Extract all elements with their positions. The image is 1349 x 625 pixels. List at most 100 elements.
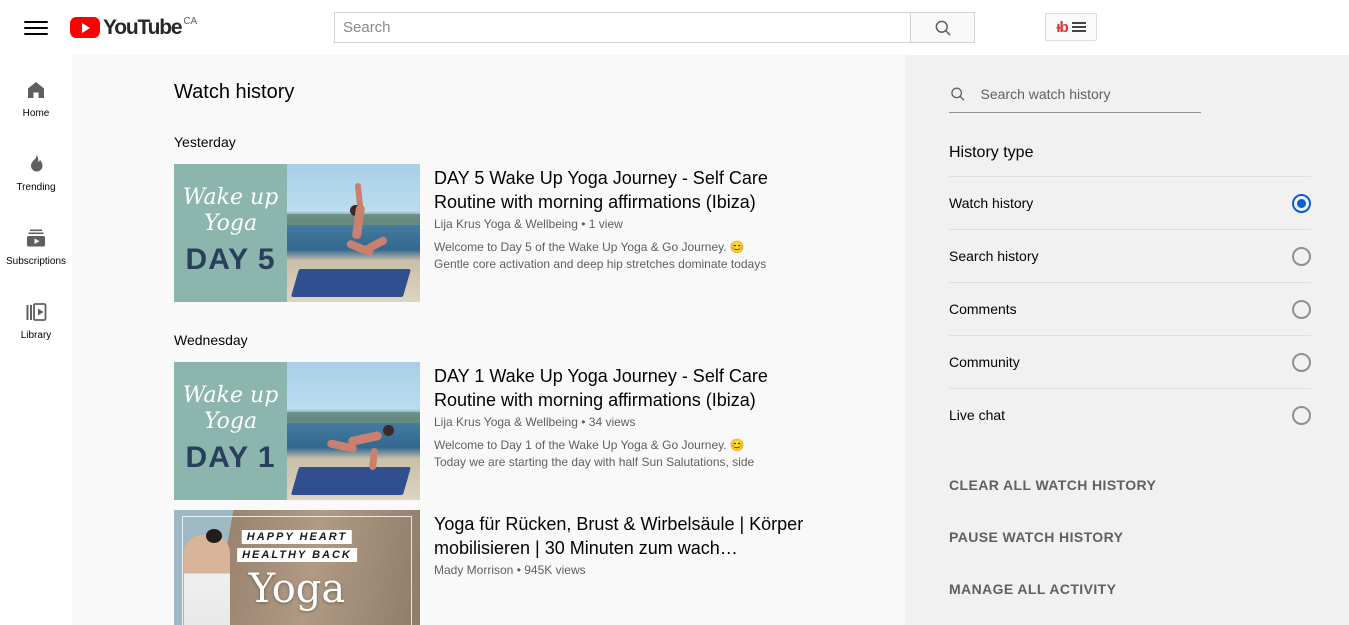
- flame-icon: [31, 154, 43, 171]
- thumbnail-yoga-mat: [291, 466, 411, 495]
- watch-history-content: Watch history Yesterday Wake up Yoga DAY…: [72, 55, 905, 625]
- sidebar-item-library[interactable]: Library: [0, 283, 72, 357]
- thumbnail-script-line2: Yoga: [204, 211, 258, 236]
- history-type-option-community[interactable]: Community: [949, 335, 1311, 388]
- list-item: HAPPY HEART HEALTHY BACK Yoga Yoga für R…: [174, 510, 905, 625]
- history-type-option-comments[interactable]: Comments: [949, 282, 1311, 335]
- video-description-line1: Welcome to Day 5 of the Wake Up Yoga & G…: [434, 240, 745, 254]
- video-channel[interactable]: Lija Krus Yoga & Wellbeing: [434, 415, 578, 429]
- list-item: Wake up Yoga DAY 5 DAY 5 Wake Up Yoga Jo…: [174, 164, 905, 302]
- sidebar-item-trending[interactable]: Trending: [0, 135, 72, 209]
- manage-all-activity-button[interactable]: MANAGE ALL ACTIVITY: [949, 581, 1311, 597]
- video-info: DAY 1 Wake Up Yoga Journey - Self Care R…: [434, 362, 834, 500]
- search-icon: [951, 87, 965, 101]
- video-meta: Lija Krus Yoga & Wellbeing • 1 view: [434, 217, 834, 231]
- radio-button[interactable]: [1292, 299, 1311, 319]
- option-label: Community: [949, 354, 1020, 370]
- top-bar: YouTube CA ᵼb: [0, 0, 1349, 55]
- thumbnail-figure-torso: [347, 430, 383, 447]
- video-info: DAY 5 Wake Up Yoga Journey - Self Care R…: [434, 164, 834, 302]
- thumbnail-day-text: DAY 5: [185, 243, 276, 276]
- option-label: Live chat: [949, 407, 1006, 423]
- sidebar-item-label: Subscriptions: [5, 255, 67, 267]
- list-item: Wake up Yoga DAY 1 DAY 1 Wake Up Yoga Jo…: [174, 362, 905, 500]
- youtube-country-code: CA: [183, 16, 198, 27]
- sidebar-item-label: Home: [22, 107, 50, 119]
- clear-all-watch-history-button[interactable]: CLEAR ALL WATCH HISTORY: [949, 477, 1311, 493]
- meta-separator: •: [581, 415, 586, 429]
- tubebuddy-extension-button[interactable]: ᵼb: [1045, 13, 1097, 41]
- search-input[interactable]: [334, 12, 910, 43]
- radio-button[interactable]: [1292, 246, 1311, 266]
- thumbnail-photo: [287, 362, 420, 500]
- video-description: Welcome to Day 1 of the Wake Up Yoga & G…: [434, 437, 834, 471]
- history-type-option-live-chat[interactable]: Live chat: [949, 388, 1311, 441]
- video-title[interactable]: DAY 5 Wake Up Yoga Journey - Self Care R…: [434, 166, 834, 214]
- day-section-header: Yesterday: [174, 134, 236, 150]
- video-views: 1 view: [588, 217, 623, 231]
- history-type-option-search-history[interactable]: Search history: [949, 229, 1311, 282]
- sidebar-item-label: Trending: [16, 181, 56, 193]
- video-thumbnail[interactable]: Wake up Yoga DAY 1: [174, 362, 420, 500]
- sidebar-item-label: Library: [20, 329, 52, 341]
- history-type-heading: History type: [949, 144, 1034, 161]
- radio-button[interactable]: [1292, 193, 1311, 213]
- day-section-header: Wednesday: [174, 332, 248, 348]
- video-channel[interactable]: Mady Morrison: [434, 563, 513, 577]
- history-type-option-watch-history[interactable]: Watch history: [949, 176, 1311, 229]
- youtube-play-icon: [70, 17, 100, 38]
- pause-watch-history-button[interactable]: PAUSE WATCH HISTORY: [949, 529, 1311, 545]
- video-info: Yoga für Rücken, Brust & Wirbelsäule | K…: [434, 510, 834, 625]
- search-area: [334, 12, 975, 43]
- search-icon: [935, 20, 951, 36]
- subscriptions-icon: [27, 229, 45, 246]
- video-meta: Lija Krus Yoga & Wellbeing • 34 views: [434, 415, 834, 429]
- thumbnail-day-text: DAY 1: [185, 441, 276, 474]
- video-description-line2: Today we are starting the day with half …: [434, 455, 755, 469]
- option-label: Search history: [949, 248, 1039, 264]
- thumbnail-yoga-mat: [291, 268, 411, 297]
- thumbnail-figure-arm: [368, 447, 378, 470]
- video-views: 945K views: [524, 563, 586, 577]
- thumbnail-title-panel: Wake up Yoga DAY 1: [174, 362, 288, 500]
- history-filter-panel: History type Watch history Search histor…: [905, 55, 1349, 625]
- left-navigation-rail: Home Trending Subscriptions Library: [0, 55, 72, 625]
- hamburger-menu-icon[interactable]: [24, 16, 48, 40]
- video-title[interactable]: DAY 1 Wake Up Yoga Journey - Self Care R…: [434, 364, 834, 412]
- thumbnail-script-line2: Yoga: [204, 409, 258, 434]
- thumbnail-figure-leg: [361, 235, 388, 255]
- video-thumbnail[interactable]: Wake up Yoga DAY 5: [174, 164, 420, 302]
- hamburger-menu-icon: [1071, 22, 1086, 32]
- radio-button[interactable]: [1292, 352, 1311, 372]
- meta-separator: •: [516, 563, 521, 577]
- video-channel[interactable]: Lija Krus Yoga & Wellbeing: [434, 217, 578, 231]
- thumbnail-script-line1: Wake up: [182, 185, 279, 210]
- option-label: Watch history: [949, 195, 1034, 211]
- video-description-line1: Welcome to Day 1 of the Wake Up Yoga & G…: [434, 438, 745, 452]
- search-watch-history-field[interactable]: [949, 84, 1201, 113]
- thumbnail-day-text: Yoga: [248, 566, 346, 612]
- video-description: Welcome to Day 5 of the Wake Up Yoga & G…: [434, 239, 834, 273]
- video-meta: Mady Morrison • 945K views: [434, 563, 834, 577]
- thumbnail-title-panel: Wake up Yoga DAY 5: [174, 164, 288, 302]
- sidebar-item-home[interactable]: Home: [0, 61, 72, 135]
- video-thumbnail[interactable]: HAPPY HEART HEALTHY BACK Yoga: [174, 510, 420, 625]
- radio-button[interactable]: [1292, 405, 1311, 425]
- thumbnail-photo: [287, 164, 420, 302]
- library-icon: [26, 302, 47, 321]
- thumbnail-script-line1: HAPPY HEART: [241, 530, 353, 544]
- youtube-logo-text: YouTube: [103, 16, 183, 39]
- search-watch-history-input[interactable]: [980, 86, 1201, 102]
- tubebuddy-icon: ᵼb: [1056, 18, 1068, 36]
- search-button[interactable]: [910, 12, 975, 43]
- option-label: Comments: [949, 301, 1017, 317]
- youtube-logo[interactable]: YouTube CA: [70, 15, 197, 40]
- video-title[interactable]: Yoga für Rücken, Brust & Wirbelsäule | K…: [434, 512, 834, 560]
- page-title: Watch history: [174, 81, 295, 103]
- sidebar-item-subscriptions[interactable]: Subscriptions: [0, 209, 72, 283]
- thumbnail-script-line1: Wake up: [182, 383, 279, 408]
- meta-separator: •: [581, 217, 586, 231]
- video-views: 34 views: [588, 415, 636, 429]
- page-body: Watch history Yesterday Wake up Yoga DAY…: [72, 55, 1349, 625]
- video-description-line2: Gentle core activation and deep hip stre…: [434, 257, 767, 271]
